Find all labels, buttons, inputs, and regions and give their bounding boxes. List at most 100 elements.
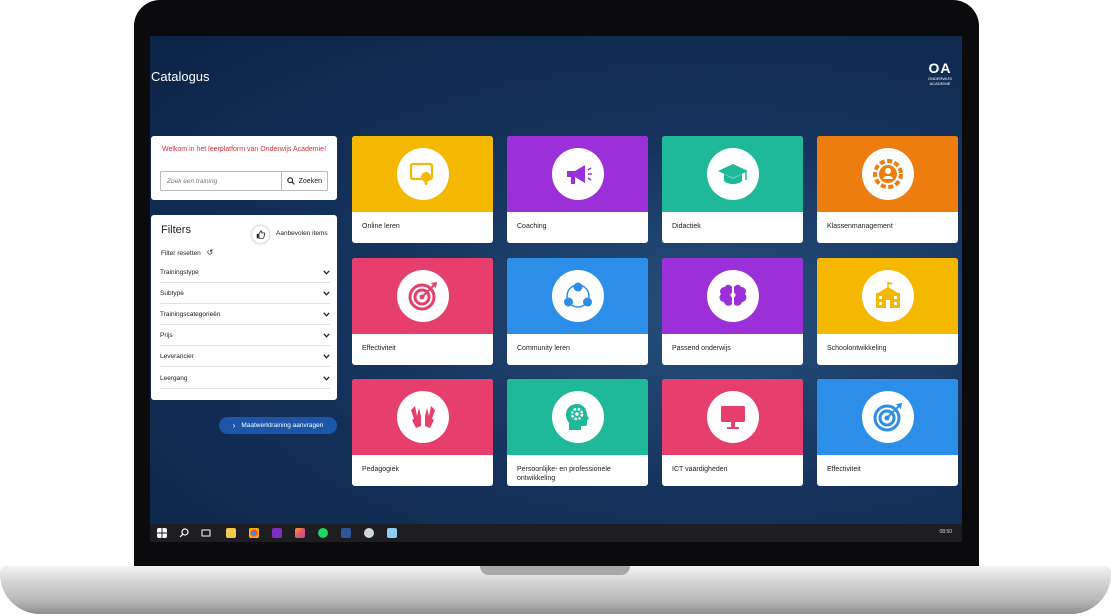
search-icon bbox=[286, 177, 295, 185]
chevron-down-icon bbox=[323, 332, 330, 338]
refresh-icon: ↺ bbox=[206, 248, 214, 257]
card-label: Coaching bbox=[517, 223, 547, 230]
filter-reset-button[interactable]: Filter resetten ↺ bbox=[161, 248, 213, 257]
taskbar: 08:50 bbox=[150, 524, 962, 542]
card-header bbox=[352, 258, 493, 334]
word-icon[interactable] bbox=[341, 528, 351, 538]
search-box: Zoeken bbox=[160, 171, 328, 191]
card-effectiviteit-2[interactable]: Effectiviteit bbox=[817, 379, 958, 486]
card-label: Effectiviteit bbox=[827, 466, 861, 473]
card-header bbox=[507, 136, 648, 212]
card-header bbox=[507, 379, 648, 455]
card-label: ICT vaardigheden bbox=[672, 466, 728, 473]
touch-screen-icon bbox=[409, 162, 434, 185]
clock: 08:50 bbox=[939, 529, 952, 535]
card-online-leren[interactable]: Online leren bbox=[352, 136, 493, 243]
graduation-cap-icon bbox=[718, 164, 748, 184]
onenote-icon[interactable] bbox=[272, 528, 282, 538]
card-header bbox=[817, 258, 958, 334]
head-gear-icon bbox=[566, 404, 589, 430]
card-icon-circle bbox=[862, 270, 914, 322]
chevron-right-icon: › bbox=[232, 421, 236, 430]
megaphone-icon bbox=[567, 165, 592, 184]
card-didactiek[interactable]: Didactiek bbox=[662, 136, 803, 243]
filters-panel: Filters Aanbevolen items Filter resetten… bbox=[151, 215, 337, 400]
card-passend-onderwijs[interactable]: Passend onderwijs bbox=[662, 258, 803, 365]
filter-row-label: Prijs bbox=[160, 331, 173, 339]
app-icon[interactable] bbox=[364, 528, 374, 538]
school-icon bbox=[876, 282, 900, 308]
windows-start-icon[interactable] bbox=[157, 528, 167, 538]
card-header bbox=[662, 258, 803, 334]
logo-mark: OA bbox=[928, 60, 952, 76]
card-schoolontwikkeling[interactable]: Schoolontwikkeling bbox=[817, 258, 958, 365]
card-label: Passend onderwijs bbox=[672, 345, 731, 352]
card-label: Effectiviteit bbox=[362, 345, 396, 352]
card-icon-circle bbox=[552, 148, 604, 200]
filter-row-trainingscategorieen[interactable]: Trainingscategorieën bbox=[160, 304, 330, 325]
card-icon-circle bbox=[707, 391, 759, 443]
chevron-down-icon bbox=[323, 353, 330, 359]
card-header bbox=[662, 379, 803, 455]
welcome-panel: Welkom in het leerplatform van Onderwijs… bbox=[151, 136, 337, 200]
card-effectiviteit[interactable]: Effectiviteit bbox=[352, 258, 493, 365]
custom-training-button[interactable]: › Maatwerktraining aanvragen bbox=[219, 417, 337, 434]
laptop-notch bbox=[480, 566, 630, 575]
card-coaching[interactable]: Coaching bbox=[507, 136, 648, 243]
card-klassenmanagement[interactable]: Klassenmanagement bbox=[817, 136, 958, 243]
card-label: Klassenmanagement bbox=[827, 223, 893, 230]
filter-row-leergang[interactable]: Leergang bbox=[160, 368, 330, 389]
card-label: Community leren bbox=[517, 345, 570, 352]
card-icon-circle bbox=[707, 270, 759, 322]
screen: Catalogus OA ONDERWIJS ACADEMIE Welkom i… bbox=[150, 36, 962, 542]
gear-person-icon bbox=[873, 159, 903, 189]
chrome-icon[interactable] bbox=[249, 528, 259, 538]
recommended-label: Aanbevolen items bbox=[276, 230, 328, 237]
card-header bbox=[507, 258, 648, 334]
monitor-icon bbox=[721, 406, 745, 429]
puzzle-brain-icon bbox=[719, 284, 747, 306]
card-icon-circle bbox=[862, 148, 914, 200]
card-header bbox=[352, 379, 493, 455]
card-icon-circle bbox=[552, 270, 604, 322]
filter-reset-label: Filter resetten bbox=[161, 250, 201, 257]
spotify-icon[interactable] bbox=[318, 528, 328, 538]
photos-icon[interactable] bbox=[295, 528, 305, 538]
task-view-icon[interactable] bbox=[201, 528, 211, 538]
thumbs-up-icon bbox=[256, 230, 265, 239]
chevron-down-icon bbox=[323, 269, 330, 275]
card-ict-vaardigheden[interactable]: ICT vaardigheden bbox=[662, 379, 803, 486]
card-label: Online leren bbox=[362, 223, 400, 230]
search-input[interactable] bbox=[161, 172, 281, 190]
card-icon-circle bbox=[862, 391, 914, 443]
card-label: Schoolontwikkeling bbox=[827, 345, 887, 352]
filter-row-label: Subtype bbox=[160, 289, 184, 297]
card-header bbox=[662, 136, 803, 212]
search-icon[interactable] bbox=[179, 528, 189, 538]
custom-training-label: Maatwerktraining aanvragen bbox=[241, 422, 324, 429]
card-community-leren[interactable]: Community leren bbox=[507, 258, 648, 365]
logo: OA ONDERWIJS ACADEMIE bbox=[928, 60, 952, 86]
chevron-down-icon bbox=[323, 375, 330, 381]
card-persoonlijke-ontwikkeling[interactable]: Persoonlijke- en professionele ontwikkel… bbox=[507, 379, 648, 486]
card-header bbox=[817, 136, 958, 212]
filter-row-label: Trainingstype bbox=[160, 268, 199, 276]
filter-row-trainingstype[interactable]: Trainingstype bbox=[160, 262, 330, 283]
filter-row-label: Leverancier bbox=[160, 352, 194, 360]
welcome-message: Welkom in het leerplatform van Onderwijs… bbox=[161, 146, 327, 153]
chevron-down-icon bbox=[323, 311, 330, 317]
card-pedagogiek[interactable]: Pedagogiek bbox=[352, 379, 493, 486]
card-label: Didactiek bbox=[672, 223, 701, 230]
search-button[interactable]: Zoeken bbox=[280, 172, 327, 190]
filter-row-prijs[interactable]: Prijs bbox=[160, 325, 330, 346]
card-header bbox=[352, 136, 493, 212]
community-icon bbox=[564, 282, 592, 308]
calculator-icon[interactable] bbox=[387, 528, 397, 538]
filter-row-subtype[interactable]: Subtype bbox=[160, 283, 330, 304]
card-label: Persoonlijke- en professionele ontwikkel… bbox=[517, 466, 611, 482]
filter-row-leverancier[interactable]: Leverancier bbox=[160, 346, 330, 367]
file-explorer-icon[interactable] bbox=[226, 528, 236, 538]
card-icon-circle bbox=[397, 270, 449, 322]
logo-line2: ACADEMIE bbox=[929, 81, 951, 86]
recommended-button[interactable] bbox=[252, 226, 269, 243]
